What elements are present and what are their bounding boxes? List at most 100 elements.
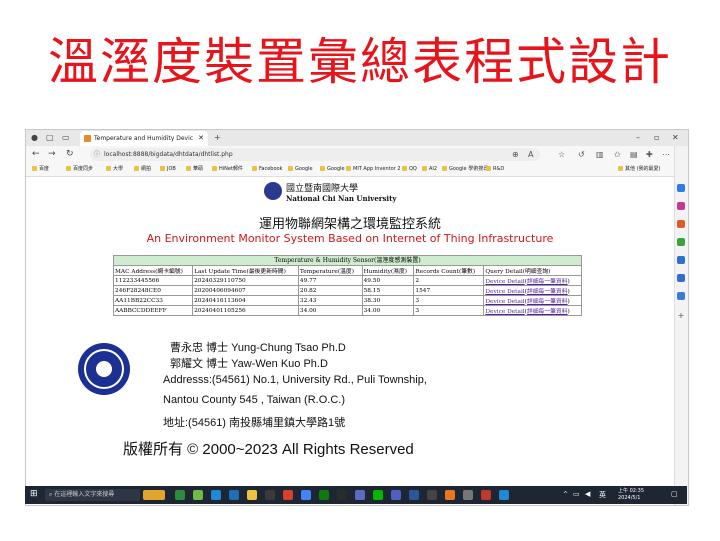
favorites-icon[interactable]: ✩: [614, 148, 621, 161]
column-header: Records Count(筆數): [413, 265, 485, 276]
collections-icon[interactable]: ▤: [630, 148, 638, 161]
read-aloud-icon[interactable]: A: [528, 148, 533, 161]
bookmark-item[interactable]: Facebook: [252, 163, 283, 176]
bookmark-item[interactable]: 華碩: [186, 163, 203, 176]
add-sidebar-icon[interactable]: +: [677, 312, 685, 320]
logo-core: [96, 361, 112, 377]
close-tab-icon[interactable]: ✕: [198, 131, 204, 146]
record-detail-link[interactable]: 詳細每一筆資料: [527, 289, 568, 295]
record-detail-link[interactable]: 詳細每一筆資料: [527, 309, 568, 315]
workspaces-icon[interactable]: ▢: [46, 132, 54, 144]
bookmark-item[interactable]: 大學: [106, 163, 123, 176]
new-tab-icon[interactable]: +: [214, 132, 221, 144]
bookmark-item[interactable]: R&D: [486, 163, 504, 176]
bookmark-item[interactable]: HiNet郵件: [212, 163, 243, 176]
app-icon[interactable]: [319, 490, 329, 500]
address-bar-row: ← → ↻ ⓘ localhost:8888/bigdata/dhtdata/d…: [26, 146, 688, 163]
back-icon[interactable]: ←: [32, 148, 40, 161]
count-cell: 3: [413, 305, 485, 316]
tools-sidebar-icon[interactable]: [677, 220, 685, 228]
forward-icon[interactable]: →: [48, 148, 56, 161]
app-icon[interactable]: [337, 490, 347, 500]
split-screen-icon[interactable]: ▥: [596, 148, 604, 161]
url-text: localhost:8888/bigdata/dhtdata/dhtlist.p…: [104, 151, 233, 158]
app-icon[interactable]: [391, 490, 401, 500]
device-detail-link[interactable]: Device Detail: [485, 289, 524, 295]
shopping-sidebar-icon[interactable]: [677, 202, 685, 210]
page-content: 國立暨南國際大學 National Chi Nan University 運用物…: [26, 177, 674, 505]
bookmark-item[interactable]: QQ: [402, 163, 417, 176]
bookmark-item[interactable]: 網拍: [134, 163, 151, 176]
minimize-icon[interactable]: –: [636, 132, 640, 144]
device-detail-link[interactable]: Device Detail: [485, 279, 524, 285]
device-detail-link[interactable]: Device Detail: [485, 299, 524, 305]
app-icon[interactable]: [355, 490, 365, 500]
app-icon[interactable]: [427, 490, 437, 500]
column-header: Last Update Time(最後更新時間): [192, 265, 299, 276]
tab-actions-icon[interactable]: ▭: [62, 132, 70, 144]
humidity-cell: 49.50: [361, 275, 415, 286]
edge-taskbar-icon[interactable]: [211, 490, 221, 500]
bookmark-item[interactable]: 百度同步: [66, 163, 93, 176]
record-detail-link[interactable]: 詳細每一筆資料: [527, 299, 568, 305]
dreamweaver-icon[interactable]: [175, 490, 185, 500]
taskbar-search-input[interactable]: ⌕ 在這裡輸入文字來搜尋: [45, 489, 140, 501]
app-icon[interactable]: [229, 490, 239, 500]
bookmark-item[interactable]: AI2: [422, 163, 437, 176]
drop-sidebar-icon[interactable]: [677, 292, 685, 300]
outlook-sidebar-icon[interactable]: [677, 274, 685, 282]
clock-time[interactable]: 上午 02:35: [618, 487, 644, 494]
record-detail-link[interactable]: 詳細每一筆資料: [527, 279, 568, 285]
bookmark-item[interactable]: Google: [320, 163, 345, 176]
tab-title: Temperature and Humidity Devic: [94, 135, 194, 142]
office-sidebar-icon[interactable]: [677, 256, 685, 264]
line-icon[interactable]: [373, 490, 383, 500]
chrome-icon[interactable]: [301, 490, 311, 500]
zoom-icon[interactable]: ⊕: [512, 148, 519, 161]
bookmark-item[interactable]: 百度: [32, 163, 49, 176]
humidity-cell: 34.00: [361, 305, 415, 316]
active-tab[interactable]: Temperature and Humidity Devic ✕: [80, 131, 208, 146]
ime-indicator[interactable]: 英: [599, 490, 606, 500]
url-field[interactable]: ⓘ localhost:8888/bigdata/dhtdata/dhtlist…: [90, 148, 540, 161]
refresh-page-icon[interactable]: ↺: [578, 148, 585, 161]
site-info-icon[interactable]: ⓘ: [94, 148, 100, 161]
bookmark-item[interactable]: MIT App Inventor 2: [346, 163, 400, 176]
sensor-table: Temperature & Humidity Sensor(溫溼度感測裝置) M…: [112, 255, 582, 316]
windows-start-icon[interactable]: ⊞: [30, 489, 38, 499]
search-highlight-icon[interactable]: [143, 490, 165, 500]
table-row: AABBCCDDEEFF 20240401105256 34.00 34.00 …: [112, 305, 582, 316]
device-detail-link[interactable]: Device Detail: [485, 309, 524, 315]
file-explorer-icon[interactable]: [247, 490, 257, 500]
notification-icon[interactable]: ▢: [671, 490, 678, 498]
bookmark-item[interactable]: Google: [288, 163, 313, 176]
search-sidebar-icon[interactable]: [677, 184, 685, 192]
powerpoint-icon[interactable]: [481, 490, 491, 500]
tab-bar: ● ▢ ▭ Temperature and Humidity Devic ✕ +…: [26, 130, 688, 146]
tray-chevron-icon[interactable]: ^: [563, 491, 568, 498]
maximize-icon[interactable]: ▫: [654, 132, 659, 144]
app-icon[interactable]: [463, 490, 473, 500]
bookmark-item[interactable]: Google 學術搜尋: [442, 163, 488, 176]
volume-icon[interactable]: ◀: [585, 490, 590, 498]
clock-date[interactable]: 2024/5/1: [618, 495, 640, 501]
windows-taskbar: ⊞ ⌕ 在這裡輸入文字來搜尋 ^ ▭ ◀ 英 上午 02:35 2024/5/1…: [25, 486, 687, 504]
app-icon[interactable]: [265, 490, 275, 500]
wechat-icon[interactable]: [193, 490, 203, 500]
refresh-icon[interactable]: ↻: [66, 148, 74, 161]
edge-sidebar: + ⚙: [674, 146, 688, 505]
games-sidebar-icon[interactable]: [677, 238, 685, 246]
bookmark-folder-other[interactable]: 其他 (我的最愛): [618, 163, 661, 176]
bookmark-item[interactable]: JOB: [160, 163, 176, 176]
close-window-icon[interactable]: ✕: [672, 132, 679, 144]
edge-active-icon[interactable]: [499, 490, 509, 500]
xampp-icon[interactable]: [445, 490, 455, 500]
favorite-icon[interactable]: ☆: [558, 148, 565, 161]
network-icon[interactable]: ▭: [573, 490, 580, 498]
app-icon[interactable]: [283, 490, 293, 500]
word-icon[interactable]: [409, 490, 419, 500]
extensions-icon[interactable]: ✚: [646, 148, 653, 161]
count-cell: 3: [413, 295, 485, 306]
more-icon[interactable]: ⋯: [662, 148, 670, 161]
profile-icon[interactable]: ●: [31, 132, 38, 144]
